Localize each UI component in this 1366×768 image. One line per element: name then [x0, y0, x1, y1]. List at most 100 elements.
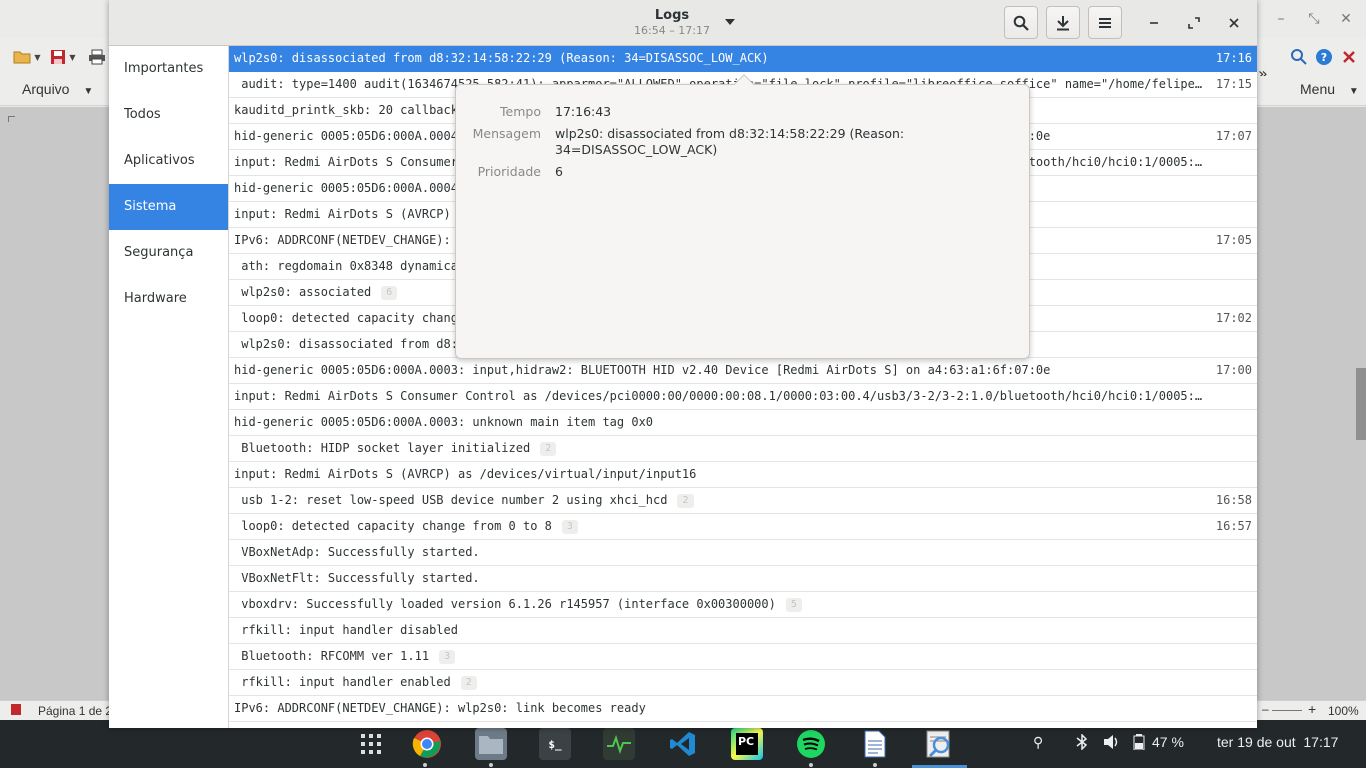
- table-row[interactable]: loop0: detected capacity change from 0 t…: [229, 514, 1257, 540]
- menu-right[interactable]: Menu ▼: [1300, 81, 1359, 97]
- export-button[interactable]: [1046, 6, 1080, 39]
- table-row[interactable]: Bluetooth: HIDP socket layer initialized…: [229, 436, 1257, 462]
- row-message-text: hid-generic 0005:05D6:000A.0003: input,h…: [234, 363, 1051, 377]
- row-message: hid-generic 0005:05D6:000A.0003: unknown…: [234, 415, 1204, 429]
- sidebar-item-5[interactable]: Hardware: [109, 276, 228, 322]
- row-message: wlp2s0: disassociated from d8:32:14:58:2…: [234, 51, 1204, 65]
- event-detail-popover: Tempo 17:16:43 Mensagem wlp2s0: disassoc…: [455, 74, 1030, 359]
- page-indicator: Página 1 de 2: [38, 704, 113, 718]
- bg-restore-icon[interactable]: ⤡: [1303, 9, 1325, 29]
- menu-arquivo[interactable]: Arquivo ▼: [22, 81, 93, 97]
- minimize-button[interactable]: [1142, 11, 1166, 35]
- table-row[interactable]: Bluetooth: RFCOMM ver 1.11 3: [229, 644, 1257, 670]
- clock[interactable]: ter 19 de out 17:17: [1217, 734, 1338, 750]
- table-row[interactable]: vboxdrv: Successfully loaded version 6.1…: [229, 592, 1257, 618]
- table-row[interactable]: usb 1-2: reset low-speed USB device numb…: [229, 488, 1257, 514]
- zoom-in-button[interactable]: +: [1308, 701, 1316, 717]
- search-button[interactable]: [1004, 6, 1038, 39]
- spotify-icon[interactable]: [795, 728, 827, 760]
- row-time: 17:02: [1215, 311, 1252, 325]
- bluetooth-icon[interactable]: [1076, 733, 1088, 753]
- row-message: hid-generic 0005:05D6:000A.0003: input,h…: [234, 363, 1204, 377]
- close-button[interactable]: [1222, 11, 1246, 35]
- chevron-down-icon[interactable]: [725, 19, 735, 25]
- chevron-down-icon: ▼: [83, 86, 94, 97]
- sidebar-item-4[interactable]: Segurança: [109, 230, 228, 276]
- bg-scrollbar[interactable]: [1356, 368, 1366, 440]
- detail-priority-value: 6: [555, 164, 563, 179]
- table-row[interactable]: wlp2s0: disassociated from d8:32:14:58:2…: [229, 46, 1257, 72]
- row-message: rfkill: input handler enabled 2: [234, 675, 1204, 690]
- detail-message-value: wlp2s0: disassociated from d8:32:14:58:2…: [555, 126, 905, 157]
- system-monitor-icon[interactable]: [603, 728, 635, 760]
- chevron-down-icon: ▼: [1348, 86, 1359, 97]
- save-icon[interactable]: ▼: [46, 47, 80, 67]
- menu-button[interactable]: [1088, 6, 1122, 39]
- download-icon: [1057, 15, 1069, 30]
- open-folder-icon[interactable]: ▼: [10, 47, 44, 67]
- battery-icon[interactable]: [1133, 734, 1145, 753]
- repeat-count-badge: 3: [439, 650, 456, 664]
- terminal-icon[interactable]: $_: [539, 728, 571, 760]
- row-message: Bluetooth: HIDP socket layer initialized…: [234, 441, 1204, 456]
- row-message-text: input: Redmi AirDots S Consumer Control …: [234, 389, 1204, 403]
- row-message-text: hid-generic 0005:05D6:000A.0003: unknown…: [234, 415, 654, 429]
- row-message-text: Bluetooth: RFCOMM ver 1.11: [234, 649, 430, 663]
- maximize-button[interactable]: [1182, 11, 1206, 35]
- table-row[interactable]: IPv6: ADDRCONF(NETDEV_CHANGE): wlp2s0: l…: [229, 696, 1257, 722]
- close-document-icon[interactable]: [1332, 47, 1366, 67]
- row-message-text: vboxdrv: Successfully loaded version 6.1…: [234, 597, 776, 611]
- row-time: 17:05: [1215, 233, 1252, 247]
- vscode-icon[interactable]: [667, 728, 699, 760]
- row-message-text: VBoxNetFlt: Successfully started.: [234, 571, 480, 585]
- table-row[interactable]: VBoxNetAdp: Successfully started.: [229, 540, 1257, 566]
- row-time: 17:15: [1215, 77, 1252, 91]
- running-indicator: [809, 763, 813, 767]
- accessibility-icon[interactable]: ⚲: [1033, 734, 1043, 751]
- bg-close-icon[interactable]: ✕: [1335, 9, 1357, 29]
- row-message: input: Redmi AirDots S (AVRCP) as /devic…: [234, 467, 1204, 481]
- row-time: 17:00: [1215, 363, 1252, 377]
- sidebar-item-2[interactable]: Aplicativos: [109, 138, 228, 184]
- category-sidebar: Importantes Todos Aplicativos Sistema Segura…: [109, 46, 229, 728]
- row-message: Bluetooth: RFCOMM ver 1.11 3: [234, 649, 1204, 664]
- repeat-count-badge: 2: [540, 442, 557, 456]
- files-icon[interactable]: [475, 728, 507, 760]
- zoom-level[interactable]: 100%: [1328, 704, 1359, 718]
- row-message-text: input: Redmi AirDots S (AVRCP) as /devic…: [234, 467, 697, 481]
- logs-icon[interactable]: [923, 728, 955, 760]
- table-row[interactable]: hid-generic 0005:05D6:000A.0003: input,h…: [229, 358, 1257, 384]
- table-row[interactable]: input: Redmi AirDots S (AVRCP) as /devic…: [229, 462, 1257, 488]
- row-message-text: loop0: detected capacity change from 0 t…: [234, 519, 552, 533]
- pycharm-icon[interactable]: PC: [731, 728, 763, 760]
- close-icon: [1229, 18, 1239, 28]
- zoom-slider[interactable]: [1272, 710, 1302, 711]
- table-row[interactable]: rfkill: input handler enabled 2: [229, 670, 1257, 696]
- row-message: input: Redmi AirDots S Consumer Control …: [234, 389, 1204, 403]
- search-icon: [1013, 15, 1029, 31]
- row-message: VBoxNetAdp: Successfully started.: [234, 545, 1204, 559]
- zoom-out-button[interactable]: –: [1262, 702, 1269, 716]
- row-time: 17:07: [1215, 129, 1252, 143]
- table-row[interactable]: rfkill: input handler disabled: [229, 618, 1257, 644]
- repeat-count-badge: 2: [460, 676, 477, 690]
- table-row[interactable]: VBoxNetFlt: Successfully started.: [229, 566, 1257, 592]
- row-message: IPv6: ADDRCONF(NETDEV_CHANGE): wlp2s0: l…: [234, 701, 1204, 715]
- row-time: 16:58: [1215, 493, 1252, 507]
- volume-icon[interactable]: [1103, 734, 1121, 753]
- header-bar: Logs 16:54 – 17:17: [109, 0, 1257, 46]
- text-editor-icon[interactable]: [859, 728, 891, 760]
- sidebar-item-0[interactable]: Importantes: [109, 46, 228, 92]
- apps-grid-icon[interactable]: [355, 728, 387, 760]
- chrome-icon[interactable]: [411, 728, 443, 760]
- hamburger-icon: [1099, 17, 1111, 28]
- sidebar-item-1[interactable]: Todos: [109, 92, 228, 138]
- table-row[interactable]: input: Redmi AirDots S Consumer Control …: [229, 384, 1257, 410]
- sidebar-item-3[interactable]: Sistema: [109, 184, 228, 230]
- running-indicator: [873, 763, 877, 767]
- bg-minimize-icon[interactable]: –: [1270, 9, 1292, 29]
- table-row[interactable]: hid-generic 0005:05D6:000A.0003: unknown…: [229, 410, 1257, 436]
- menu-arquivo-label: Arquivo: [22, 81, 70, 97]
- row-message-text: rfkill: input handler enabled: [234, 675, 451, 689]
- detail-message-label: Mensagem: [472, 126, 541, 141]
